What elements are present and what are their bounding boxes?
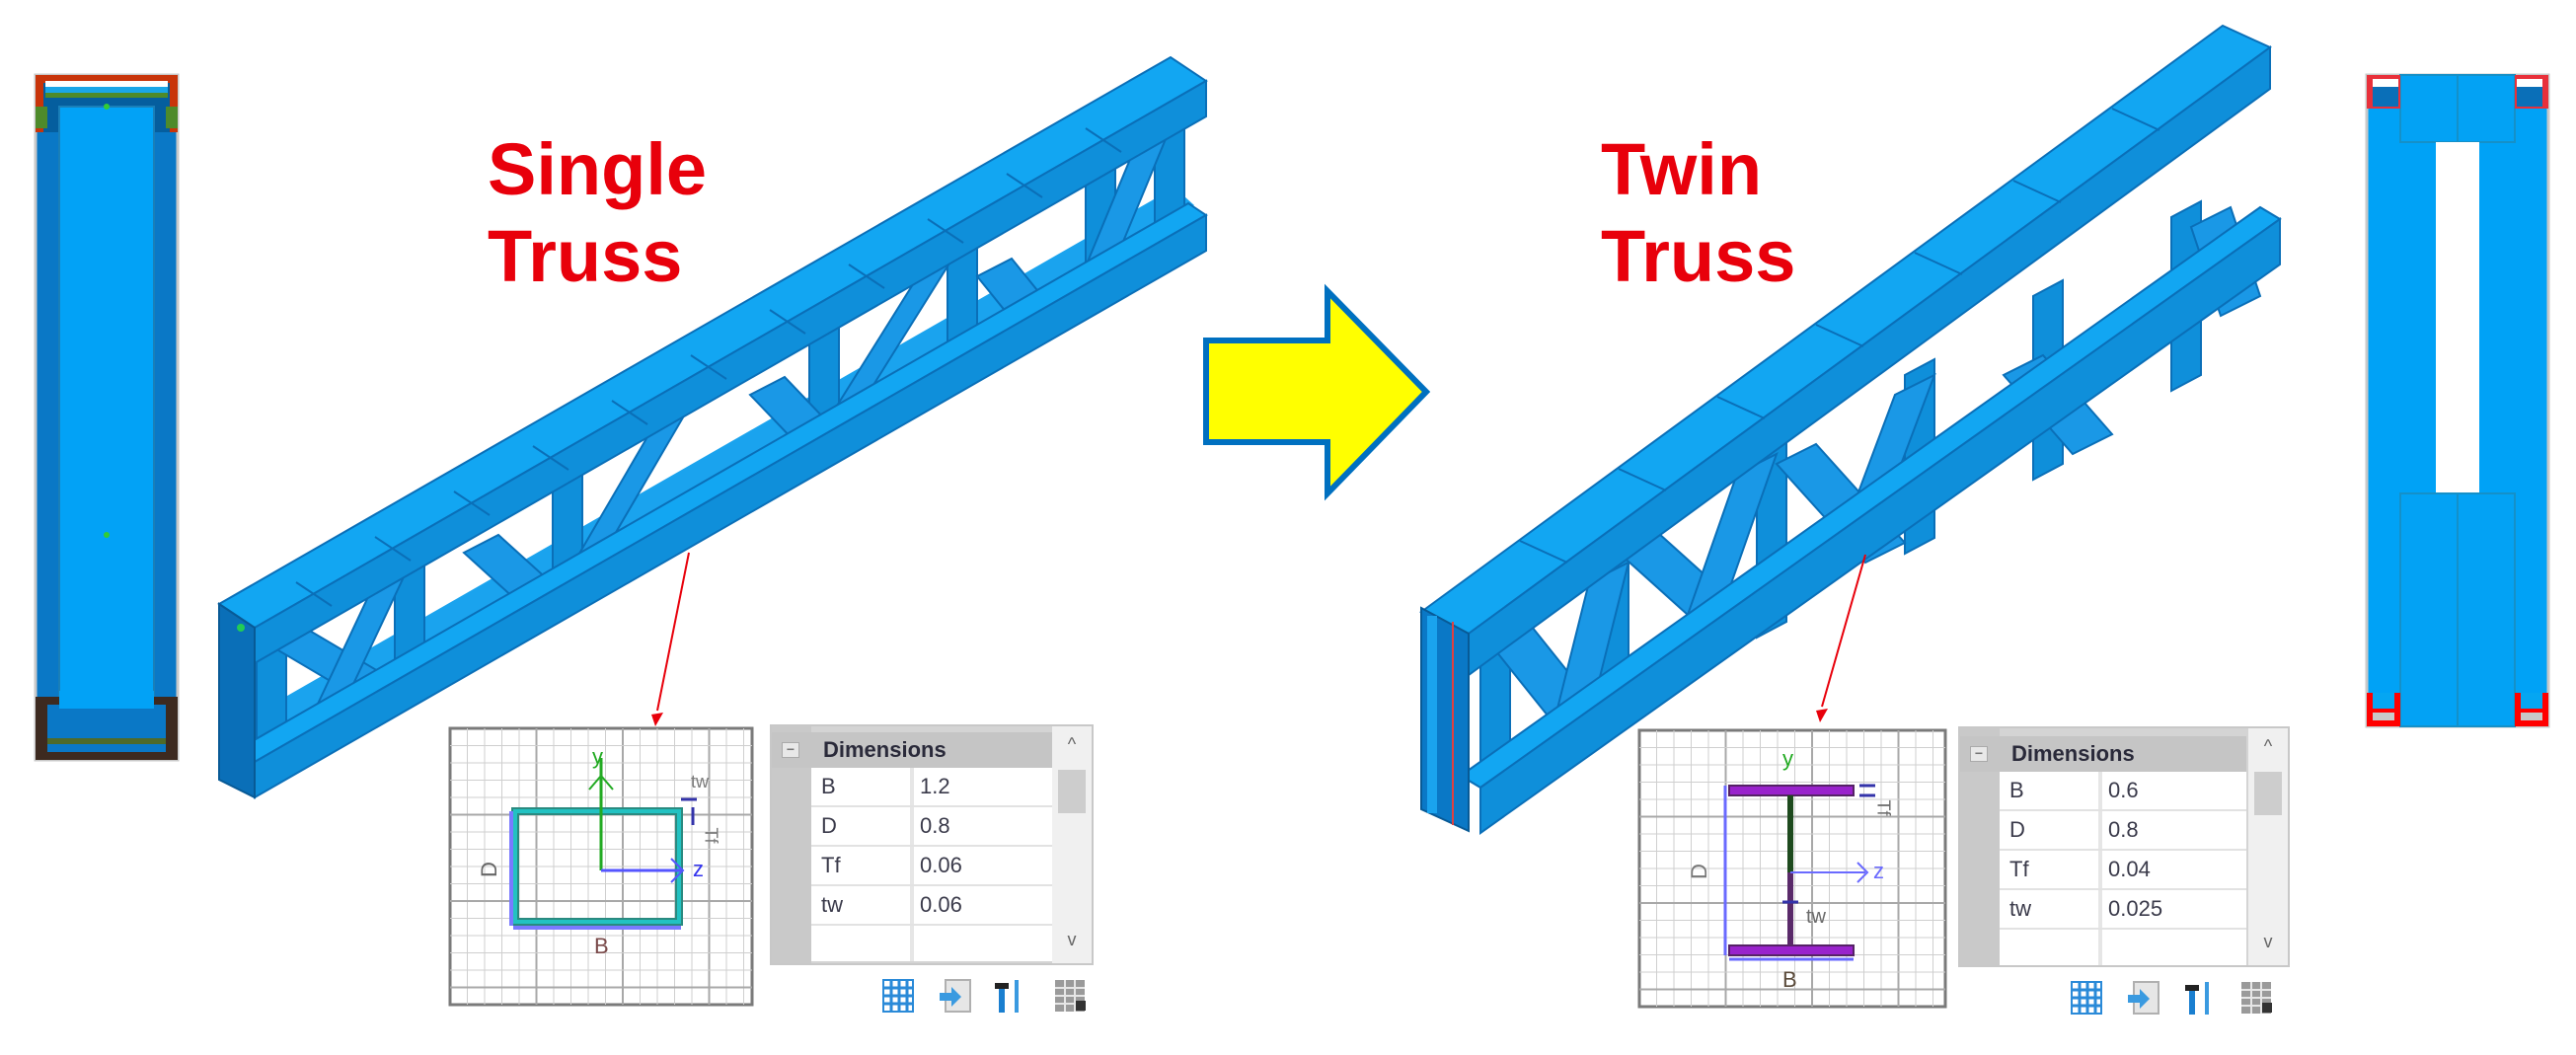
row-key: B [2009, 778, 2024, 802]
twin-truss-title-line2: Truss [1601, 215, 1796, 297]
transition-arrow-icon [1203, 283, 1431, 501]
ibeam-tf-label: Tf [1873, 799, 1894, 816]
single-truss-model [217, 55, 1208, 799]
table-row[interactable]: Tf 0.04 [2000, 851, 2246, 890]
row-key: D [821, 813, 837, 838]
grid-icon[interactable] [882, 979, 914, 1013]
grid-icon[interactable] [2071, 981, 2102, 1015]
row-key: tw [821, 892, 843, 917]
scroll-up-icon[interactable]: ^ [1052, 734, 1092, 764]
row-value[interactable]: 0.6 [2108, 772, 2139, 809]
scroll-up-icon[interactable]: ^ [2248, 736, 2288, 766]
row-key: Tf [821, 853, 841, 877]
table-row[interactable]: tw 0.06 [811, 886, 1052, 926]
scroll-thumb[interactable] [1058, 770, 1086, 813]
leader-arrowhead-twin [1816, 709, 1828, 722]
leader-line-single [656, 552, 690, 712]
dimensions-panel-twin: − Dimensions B 0.6 D 0.8 Tf 0.04 tw 0.025 ^ … [1958, 726, 2290, 967]
row-key: tw [2009, 896, 2031, 921]
collapse-toggle-icon[interactable]: − [782, 742, 799, 758]
row-value[interactable]: 0.04 [2108, 851, 2151, 888]
row-value[interactable]: 0.06 [920, 847, 962, 884]
row-value[interactable]: 0.8 [920, 807, 950, 845]
section-tool-icon[interactable] [993, 979, 1024, 1013]
ibeam-section-preview [1637, 728, 1947, 1009]
single-truss-title-line1: Single [488, 128, 708, 210]
box-tw-label: tw [691, 772, 709, 791]
dimensions-header-label: Dimensions [2011, 741, 2135, 766]
leader-arrowhead-single [651, 713, 663, 726]
dimensions-panel-single: − Dimensions B 1.2 D 0.8 Tf 0.06 tw 0.06 ^ v [770, 724, 1094, 965]
ibeam-y-axis-label: y [1782, 746, 1793, 771]
single-truss-end-view [34, 73, 180, 762]
table-row[interactable]: D 0.8 [811, 807, 1052, 847]
dimensions-header-label: Dimensions [823, 737, 947, 762]
ibeam-tw-label: tw [1806, 906, 1826, 928]
single-truss-title: Single Truss [488, 126, 707, 300]
row-value[interactable]: 0.025 [2108, 890, 2162, 928]
dimensions-table: B 0.6 D 0.8 Tf 0.04 tw 0.025 [2000, 772, 2246, 965]
ibeam-z-axis-label: z [1873, 859, 1884, 883]
single-truss-title-line2: Truss [488, 215, 683, 297]
row-value[interactable]: 0.8 [2108, 811, 2139, 849]
table-edit-icon[interactable] [1054, 979, 1086, 1013]
table-row[interactable]: B 1.2 [811, 768, 1052, 807]
import-icon[interactable] [2128, 981, 2159, 1015]
row-value[interactable]: 1.2 [920, 768, 950, 805]
vertical-scrollbar[interactable]: ^ v [1052, 726, 1092, 963]
twin-truss-model [1419, 24, 2282, 835]
table-row[interactable]: tw 0.025 [2000, 890, 2246, 930]
table-row[interactable]: Tf 0.06 [811, 847, 1052, 886]
section-tool-icon[interactable] [2183, 981, 2215, 1015]
twin-truss-end-view [2365, 73, 2550, 728]
twin-truss-title: Twin Truss [1601, 126, 1795, 300]
import-icon[interactable] [940, 979, 971, 1013]
row-key: B [821, 774, 836, 798]
row-value[interactable]: 0.06 [920, 886, 962, 924]
table-edit-icon[interactable] [2240, 981, 2272, 1015]
box-z-axis-label: z [693, 857, 704, 881]
collapse-toggle-icon[interactable]: − [1970, 746, 1988, 762]
box-d-label: D [476, 862, 501, 877]
twin-truss-title-line1: Twin [1601, 128, 1763, 210]
box-tf-label: Tf [701, 827, 721, 844]
box-b-label: B [594, 934, 609, 958]
box-y-axis-label: y [592, 744, 603, 769]
dimensions-header: − Dimensions [1960, 736, 2246, 772]
table-row[interactable]: B 0.6 [2000, 772, 2246, 811]
table-row[interactable]: D 0.8 [2000, 811, 2246, 851]
scroll-down-icon[interactable]: v [2248, 932, 2288, 961]
vertical-scrollbar[interactable]: ^ v [2248, 728, 2288, 965]
ibeam-d-label: D [1686, 864, 1711, 879]
scroll-thumb[interactable] [2254, 772, 2282, 815]
row-key: Tf [2009, 857, 2029, 881]
dimensions-table: B 1.2 D 0.8 Tf 0.06 tw 0.06 [811, 768, 1052, 961]
scroll-down-icon[interactable]: v [1052, 930, 1092, 959]
dimensions-header: − Dimensions [772, 732, 1052, 768]
row-key: D [2009, 817, 2025, 842]
ibeam-b-label: B [1782, 967, 1797, 992]
